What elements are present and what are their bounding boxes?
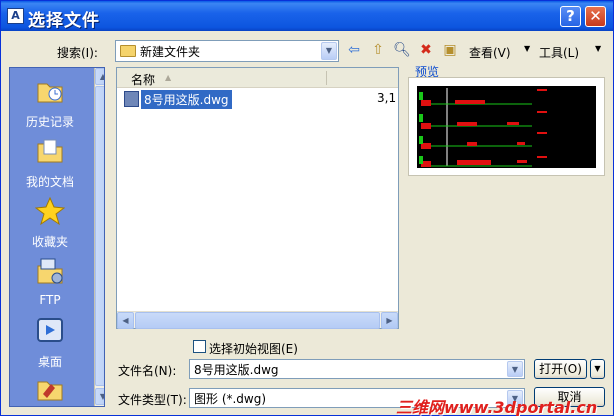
scroll-thumb[interactable] bbox=[95, 86, 104, 386]
ftp-icon bbox=[37, 258, 63, 284]
chevron-down-icon[interactable]: ▼ bbox=[321, 42, 337, 60]
scroll-up-icon[interactable]: ▲ bbox=[95, 68, 104, 85]
dwg-file-icon bbox=[124, 91, 139, 107]
file-size: 3,1 bbox=[377, 91, 397, 105]
tools-dropdown-icon[interactable]: ▼ bbox=[595, 44, 601, 53]
initial-view-checkbox[interactable] bbox=[193, 340, 206, 353]
column-name-header[interactable]: 名称 bbox=[131, 71, 155, 88]
up-folder-icon[interactable]: ⇧ bbox=[369, 41, 387, 59]
chevron-down-icon[interactable]: ▼ bbox=[507, 361, 523, 377]
file-list[interactable]: 名称 ▲ 8号用这版.dwg 3,1 ◀ ▶ bbox=[116, 67, 399, 329]
place-label: FTP bbox=[39, 293, 61, 307]
autocad-app-icon: A bbox=[7, 8, 24, 24]
look-in-value: 新建文件夹 bbox=[140, 45, 201, 59]
filetype-label: 文件类型(T): bbox=[118, 393, 187, 407]
scroll-down-icon[interactable]: ▼ bbox=[95, 388, 104, 405]
select-file-dialog: A 选择文件 ? ✕ 搜索(I): 新建文件夹 ▼ ⇦ ⇧ 🔍︎ ✖ ▣ 查看(… bbox=[0, 0, 614, 416]
look-in-dropdown[interactable]: 新建文件夹 ▼ bbox=[115, 40, 339, 62]
view-menu[interactable]: 查看(V) bbox=[469, 44, 511, 61]
place-desktop[interactable]: 桌面 bbox=[10, 316, 90, 370]
filename-label: 文件名(N): bbox=[118, 364, 177, 378]
title-bar[interactable]: A 选择文件 ? ✕ bbox=[1, 1, 613, 31]
scroll-right-icon[interactable]: ▶ bbox=[381, 312, 398, 329]
drawing-preview-image bbox=[417, 86, 596, 168]
place-label: 历史记录 bbox=[25, 115, 74, 129]
search-web-icon[interactable]: 🔍︎ bbox=[393, 41, 411, 59]
scroll-thumb[interactable] bbox=[135, 312, 380, 329]
search-label: 搜索(I): bbox=[57, 46, 98, 60]
filename-value[interactable]: 8号用这版.dwg bbox=[194, 361, 279, 378]
column-header[interactable]: 名称 ▲ bbox=[117, 68, 398, 88]
tools-menu[interactable]: 工具(L) bbox=[539, 44, 579, 61]
help-button[interactable]: ? bbox=[560, 6, 581, 27]
new-folder-icon[interactable]: ▣ bbox=[441, 41, 459, 59]
watermark-text: 三维网www.3dportal.cn bbox=[396, 398, 598, 416]
my-documents-icon bbox=[37, 139, 63, 163]
file-name[interactable]: 8号用这版.dwg bbox=[141, 90, 232, 109]
column-separator[interactable] bbox=[326, 71, 327, 85]
place-favorites[interactable]: 收藏夹 bbox=[10, 196, 90, 250]
scroll-left-icon[interactable]: ◀ bbox=[117, 312, 134, 329]
place-label: 收藏夹 bbox=[31, 235, 68, 249]
view-dropdown-icon[interactable]: ▼ bbox=[524, 44, 530, 53]
open-options-dropdown[interactable]: ▼ bbox=[590, 359, 605, 379]
place-label: 我的文档 bbox=[25, 175, 74, 189]
place-label: 桌面 bbox=[37, 355, 62, 369]
sort-ascending-icon: ▲ bbox=[165, 73, 172, 82]
place-ftp[interactable]: FTP bbox=[10, 256, 90, 307]
close-button[interactable]: ✕ bbox=[585, 6, 606, 27]
place-more[interactable] bbox=[10, 374, 90, 406]
desktop-icon bbox=[37, 318, 63, 342]
folder-icon bbox=[37, 381, 63, 401]
delete-icon[interactable]: ✖ bbox=[417, 41, 435, 59]
places-scrollbar[interactable]: ▲ ▼ bbox=[94, 68, 104, 406]
back-icon[interactable]: ⇦ bbox=[345, 41, 363, 59]
open-button[interactable]: 打开(O) bbox=[534, 359, 587, 379]
initial-view-label[interactable]: 选择初始视图(E) bbox=[209, 340, 298, 357]
filetype-value: 图形 (*.dwg) bbox=[194, 392, 267, 406]
history-folder-icon bbox=[37, 83, 63, 103]
folder-icon bbox=[120, 45, 136, 57]
dialog-title: 选择文件 bbox=[28, 11, 100, 31]
filename-input[interactable]: 8号用这版.dwg ▼ bbox=[189, 359, 525, 379]
preview-frame bbox=[408, 77, 605, 176]
place-my-documents[interactable]: 我的文档 bbox=[10, 136, 90, 190]
places-bar: 历史记录 我的文档 收藏夹 FTP 桌面 bbox=[9, 67, 105, 407]
place-history[interactable]: 历史记录 bbox=[10, 76, 90, 130]
horizontal-scrollbar[interactable]: ◀ ▶ bbox=[117, 311, 398, 329]
favorites-star-icon bbox=[34, 196, 66, 226]
